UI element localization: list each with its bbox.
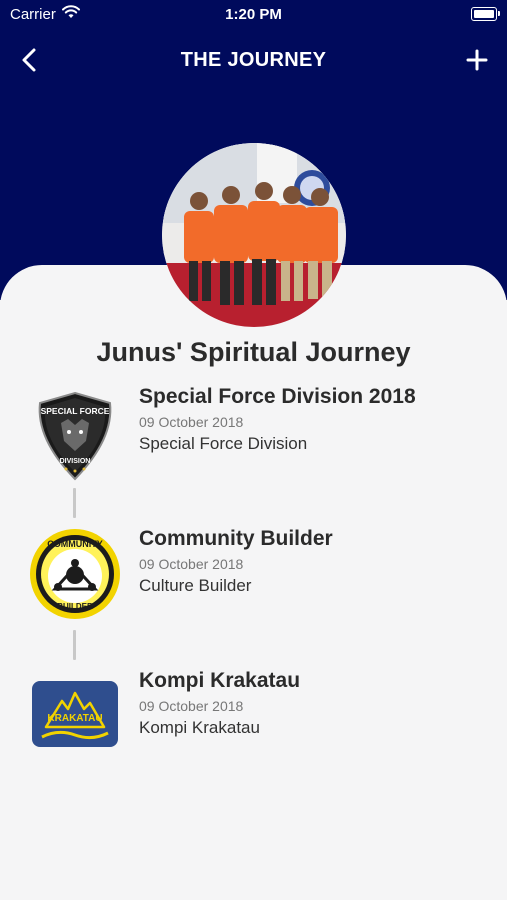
clock-time: 1:20 PM: [225, 6, 282, 23]
entry-group: Culture Builder: [139, 576, 252, 595]
entry-date: 09 October 2018: [139, 414, 244, 430]
battery-icon: [471, 7, 500, 21]
timeline-connector: [73, 488, 76, 518]
timeline-connector: [73, 630, 76, 660]
journey-title: Junus' Spiritual Journey: [96, 337, 411, 367]
page-title: THE JOURNEY: [180, 49, 327, 71]
entry-name: Special Force Division 2018: [139, 385, 416, 408]
svg-text:BUILDER: BUILDER: [57, 602, 93, 611]
entry-group: Kompi Krakatau: [139, 718, 260, 737]
special-force-badge-icon: SPECIAL FORCE DIVISION: [28, 389, 122, 483]
add-plus-icon[interactable]: [461, 44, 493, 76]
entry-group: Special Force Division: [139, 434, 308, 453]
entry-date: 09 October 2018: [139, 556, 244, 572]
profile-photo: [162, 143, 346, 327]
status-bar: Carrier 1:20 PM: [0, 0, 507, 28]
entry-date: 09 October 2018: [139, 698, 244, 714]
entry-name: Kompi Krakatau: [139, 669, 301, 692]
krakatau-badge-icon: KRAKATAU: [28, 679, 122, 763]
community-builder-badge-icon: COMMUNITY BUILDER: [28, 527, 122, 621]
navigation-bar: THE JOURNEY: [0, 40, 507, 80]
svg-text:COMMUNITY: COMMUNITY: [47, 539, 103, 549]
svg-text:DIVISION: DIVISION: [60, 458, 91, 465]
entry-name: Community Builder: [139, 527, 333, 550]
svg-text:KRAKATAU: KRAKATAU: [47, 713, 102, 724]
svg-text:SPECIAL FORCE: SPECIAL FORCE: [41, 406, 110, 416]
